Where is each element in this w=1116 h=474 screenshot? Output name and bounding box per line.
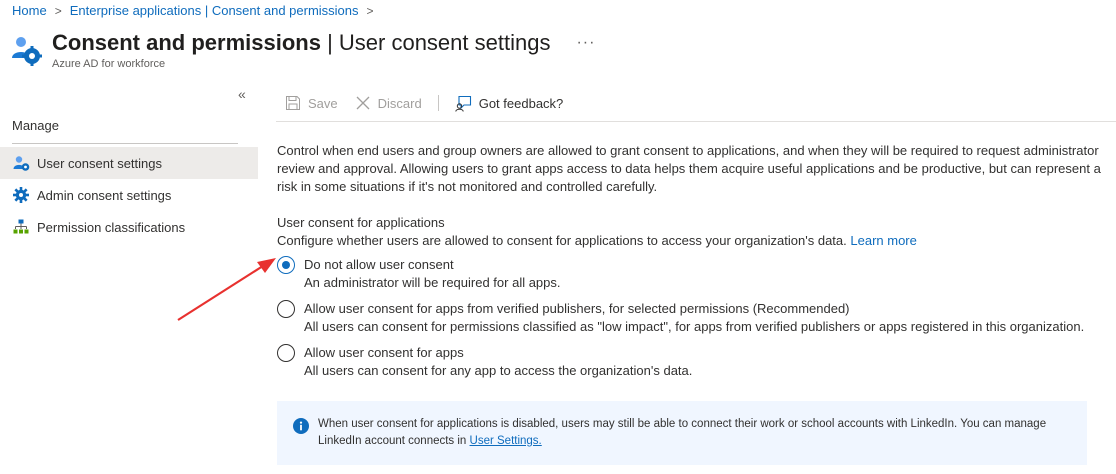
command-bar: Save Discard Got feedback? xyxy=(284,92,579,114)
save-button[interactable]: Save xyxy=(284,94,338,112)
radio-button[interactable] xyxy=(277,256,295,274)
chevron-right-icon: > xyxy=(54,3,62,18)
chevron-right-icon: > xyxy=(366,3,374,18)
toolbar-separator xyxy=(437,95,439,111)
close-icon xyxy=(354,94,372,112)
page-description: Control when end users and group owners … xyxy=(277,143,1101,194)
save-icon xyxy=(284,94,302,112)
page-title: Consent and permissions | User consent s… xyxy=(52,30,551,55)
sidebar-divider xyxy=(12,143,238,144)
user-gear-icon xyxy=(12,154,30,172)
discard-button[interactable]: Discard xyxy=(354,94,422,112)
collapse-sidebar-button[interactable]: « xyxy=(238,86,246,102)
sidebar-item-label: Permission classifications xyxy=(37,219,186,235)
info-icon xyxy=(293,418,309,434)
user-consent-radio-group: Do not allow user consent An administrat… xyxy=(277,256,1107,380)
toolbar-divider xyxy=(276,121,1116,122)
radio-help-text: All users can consent for permissions cl… xyxy=(304,319,1085,334)
breadcrumb-parent-link[interactable]: Enterprise applications | Consent and pe… xyxy=(70,3,359,18)
page-subtitle: Azure AD for workforce xyxy=(52,58,166,70)
learn-more-link[interactable]: Learn more xyxy=(850,233,916,248)
feedback-icon xyxy=(455,94,473,112)
radio-help-text: All users can consent for any app to acc… xyxy=(304,363,693,378)
discard-button-label: Discard xyxy=(377,95,422,111)
sidebar-item-label: User consent settings xyxy=(37,155,163,171)
feedback-button-label: Got feedback? xyxy=(478,95,564,111)
radio-option-allow-all-apps[interactable]: Allow user consent for apps All users ca… xyxy=(277,344,1107,380)
info-message-bar: When user consent for applications is di… xyxy=(277,401,1087,465)
radio-label: Allow user consent for apps from verifie… xyxy=(304,301,850,316)
radio-option-verified-publishers[interactable]: Allow user consent for apps from verifie… xyxy=(277,300,1107,336)
save-button-label: Save xyxy=(308,95,338,111)
info-message-text: When user consent for applications is di… xyxy=(318,418,1047,447)
sidebar-item-label: Admin consent settings xyxy=(37,187,172,203)
hierarchy-icon xyxy=(12,218,30,236)
sidebar: Manage User consent settings Admin conse… xyxy=(0,110,258,243)
users-gear-icon xyxy=(12,37,42,66)
feedback-button[interactable]: Got feedback? xyxy=(455,94,564,112)
radio-button[interactable] xyxy=(277,344,295,362)
sidebar-item-permission-classifications[interactable]: Permission classifications xyxy=(0,211,258,243)
radio-help-text: An administrator will be required for al… xyxy=(304,275,561,290)
section-description: Configure whether users are allowed to c… xyxy=(277,233,917,248)
sidebar-item-user-consent-settings[interactable]: User consent settings xyxy=(0,147,258,179)
sidebar-item-admin-consent-settings[interactable]: Admin consent settings xyxy=(0,179,258,211)
gear-icon xyxy=(12,186,30,204)
more-options-button[interactable]: ··· xyxy=(576,34,595,52)
user-settings-link[interactable]: User Settings. xyxy=(470,435,542,447)
main-content: Control when end users and group owners … xyxy=(277,142,1107,388)
breadcrumb-home-link[interactable]: Home xyxy=(12,3,47,18)
section-title: User consent for applications xyxy=(277,215,445,230)
sidebar-section-manage: Manage xyxy=(12,118,59,133)
page-header: Consent and permissions | User consent s… xyxy=(10,30,595,70)
radio-label: Allow user consent for apps xyxy=(304,345,464,360)
breadcrumb: Home > Enterprise applications | Consent… xyxy=(12,3,382,18)
radio-option-do-not-allow[interactable]: Do not allow user consent An administrat… xyxy=(277,256,1107,292)
radio-label: Do not allow user consent xyxy=(304,257,454,272)
radio-button[interactable] xyxy=(277,300,295,318)
